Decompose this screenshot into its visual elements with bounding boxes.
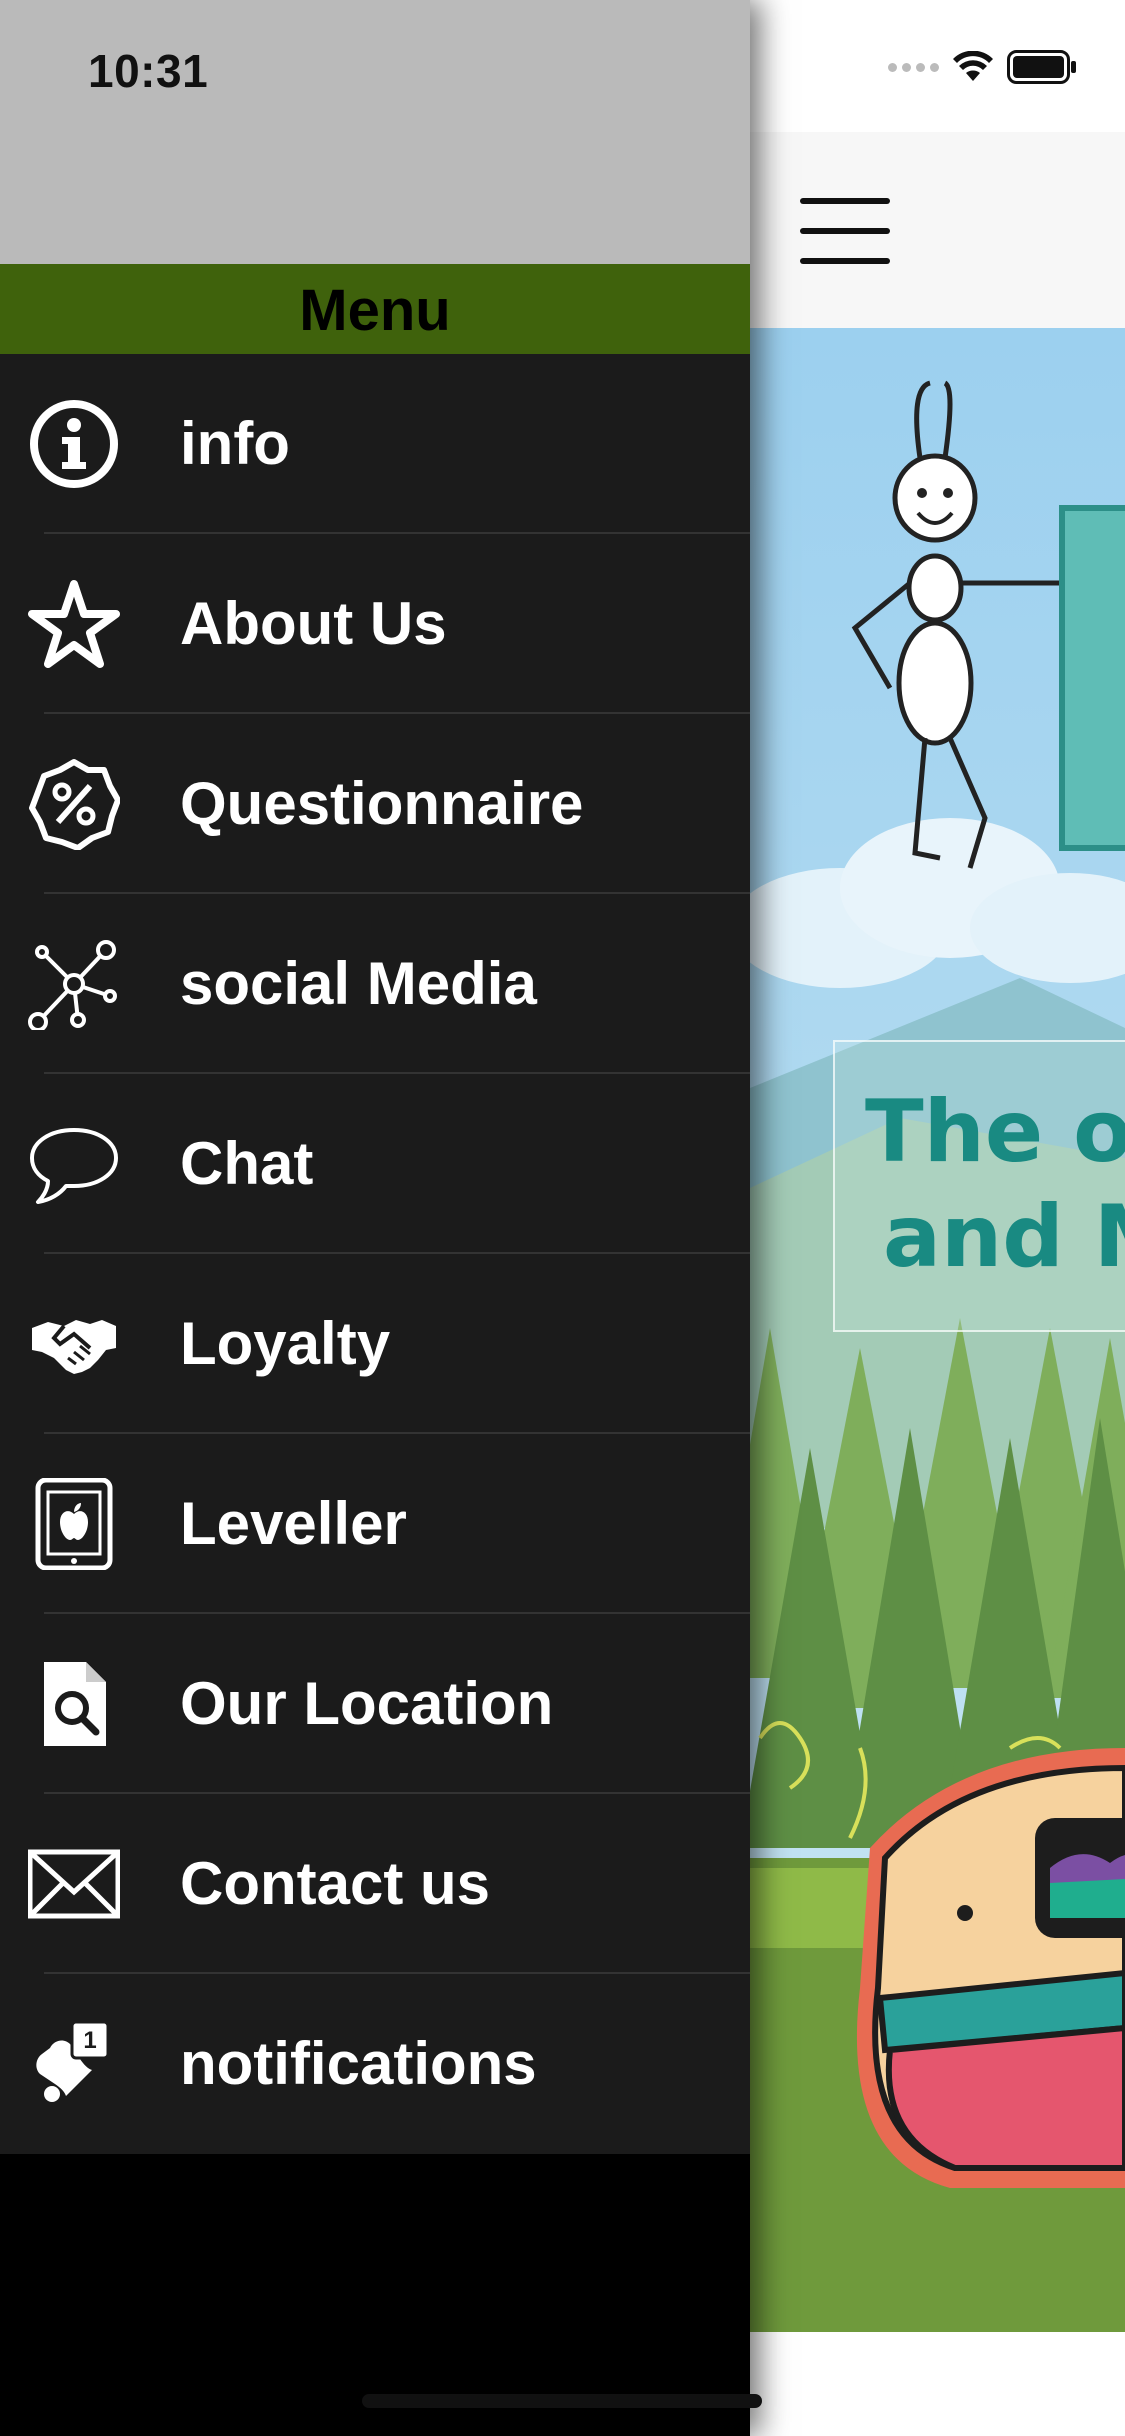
handshake-icon [32,1320,116,1374]
envelope-icon [28,1849,120,1919]
menu-item-questionnaire[interactable]: Questionnaire [0,714,750,894]
status-time: 10:31 [88,45,209,97]
nav-bar [750,132,1125,328]
menu-item-label: info [180,410,290,477]
network-icon [28,940,117,1030]
hamburger-menu-icon[interactable] [800,198,894,264]
menu-item-label: notifications [180,2030,537,2097]
percent-badge-icon [29,759,120,850]
speech-bubble-icon [30,1128,118,1204]
menu-item-label: About Us [180,590,447,657]
menu-item-notifications[interactable]: 1 notifications [0,1974,750,2154]
menu-item-label: Our Location [180,1670,554,1737]
menu-item-label: social Media [180,950,537,1017]
menu-item-social-media[interactable]: social Media [0,894,750,1074]
menu-item-our-location[interactable]: Our Location [0,1614,750,1794]
menu-item-contact-us[interactable]: Contact us [0,1794,750,1974]
menu-item-label: Contact us [180,1850,491,1917]
star-icon [28,580,120,668]
banner-text-box: The or and M [833,1040,1125,1332]
wifi-icon [953,51,993,81]
drawer-title: Menu [299,278,451,343]
notification-badge-count: 1 [83,2027,96,2054]
menu-item-leveller[interactable]: Leveller [0,1434,750,1614]
info-icon [30,400,118,488]
home-indicator[interactable] [362,2394,762,2408]
battery-icon [1007,50,1076,84]
signal-dots-icon [888,62,939,72]
banner-line-1: The or [865,1082,1125,1182]
drawer-status-area: 10:31 [0,0,750,264]
menu-item-label: Leveller [180,1490,407,1557]
app-content: The or and M [750,0,1125,2436]
menu-item-label: Questionnaire [180,770,584,837]
menu-item-about-us[interactable]: About Us [0,534,750,714]
bell-badge-icon: 1 [36,2020,110,2102]
document-search-icon [44,1662,106,1746]
side-drawer: 10:31 Menu info About Us Questionnaire s… [0,0,750,2436]
menu-item-loyalty[interactable]: Loyalty [0,1254,750,1434]
menu-item-label: Chat [180,1130,314,1197]
menu-item-chat[interactable]: Chat [0,1074,750,1254]
drawer-title-bar: Menu [0,264,750,354]
drawer-menu-list: info About Us Questionnaire social Media… [0,354,750,2154]
banner-line-2: and M [883,1187,1125,1287]
menu-item-info[interactable]: info [0,354,750,534]
tablet-icon [35,1478,113,1570]
status-icons [888,50,1077,84]
menu-item-label: Loyalty [180,1310,391,1377]
hero-illustration: The or and M [750,328,1125,2332]
status-bar [750,0,1125,132]
